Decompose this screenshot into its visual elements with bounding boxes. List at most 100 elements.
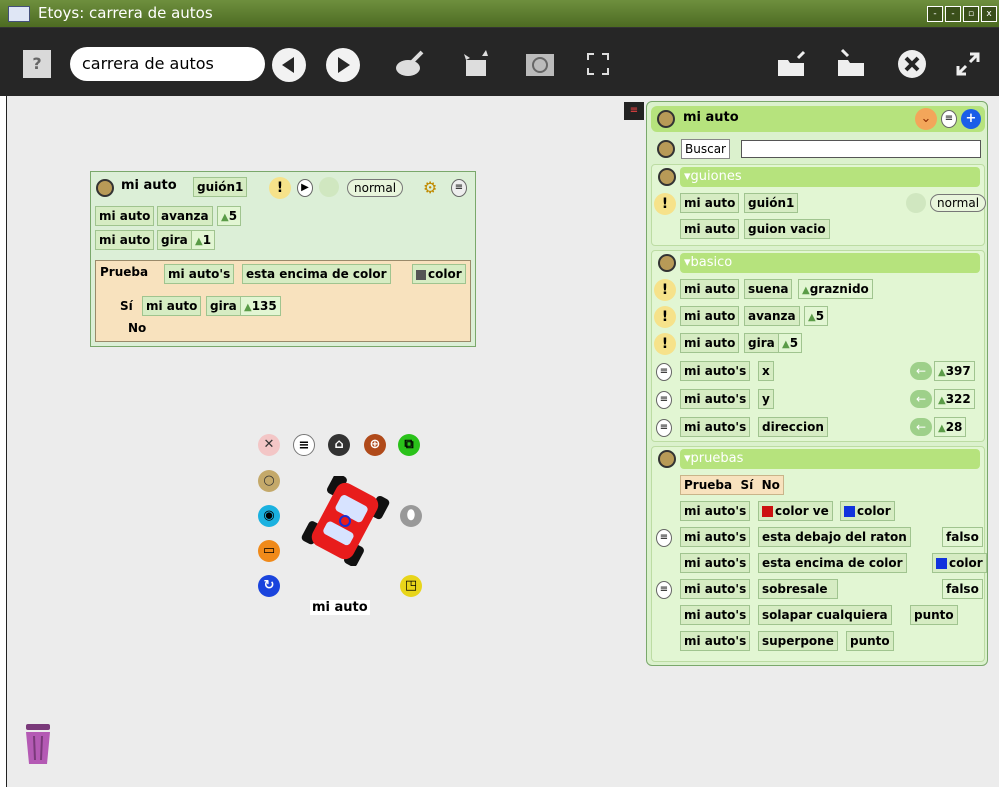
script-row-2-cmd[interactable]: gira bbox=[157, 230, 192, 250]
script-menu-icon[interactable] bbox=[96, 179, 114, 197]
help-button[interactable]: ? bbox=[23, 50, 51, 78]
yes-cmd[interactable]: gira bbox=[206, 296, 241, 316]
script-mode[interactable]: normal bbox=[347, 179, 404, 197]
load-project-icon[interactable] bbox=[774, 46, 810, 82]
var-direccion-menu-icon[interactable]: ≡ bbox=[656, 419, 672, 437]
pruebas-row-6-player[interactable]: mi auto's bbox=[680, 631, 751, 651]
yes-player[interactable]: mi auto bbox=[142, 296, 202, 316]
run-suena-icon[interactable]: ! bbox=[654, 279, 676, 301]
script-editor[interactable]: mi auto guión1 ! ▶ normal ⚙ ≡ mi auto av… bbox=[90, 171, 476, 347]
var-y-menu-icon[interactable]: ≡ bbox=[656, 391, 672, 409]
close-project-icon[interactable] bbox=[894, 46, 930, 82]
var-x-menu-icon[interactable]: ≡ bbox=[656, 363, 672, 381]
test-subject[interactable]: mi auto's bbox=[164, 264, 235, 284]
project-name-field[interactable]: carrera de autos bbox=[70, 47, 265, 81]
viewer-flap-icon[interactable]: ≡ bbox=[624, 102, 644, 120]
ticker-icon[interactable] bbox=[319, 177, 339, 197]
basico-row-1-cmd[interactable]: suena bbox=[744, 279, 793, 299]
basico-row-2-cmd[interactable]: avanza bbox=[744, 306, 800, 326]
basico-row-2-value[interactable]: ▲5 bbox=[804, 306, 829, 326]
test-color[interactable]: color bbox=[412, 264, 466, 284]
step-icon[interactable]: ▶ bbox=[297, 179, 313, 197]
pruebas-row-2-value[interactable]: falso bbox=[942, 527, 983, 547]
var-x-setter-icon[interactable]: ← bbox=[910, 362, 932, 380]
pruebas-row-2-text[interactable]: esta debajo del raton bbox=[758, 527, 911, 547]
var-x-value[interactable]: ▲397 bbox=[934, 361, 975, 381]
basico-header[interactable]: ▾basico bbox=[680, 253, 980, 273]
guiones-row-1-cmd[interactable]: guión1 bbox=[744, 193, 799, 213]
fullscreen-icon[interactable] bbox=[580, 46, 616, 82]
basico-row-3-player[interactable]: mi auto bbox=[680, 333, 740, 353]
basico-row-3-value[interactable]: ▲5 bbox=[778, 333, 803, 353]
var-direccion-name[interactable]: direccion bbox=[758, 417, 828, 437]
viewer-menu-icon[interactable] bbox=[657, 110, 675, 128]
script-row-1-value[interactable]: ▲5 bbox=[217, 206, 242, 226]
guiones-row-1-mode[interactable]: normal bbox=[930, 194, 987, 212]
basico-row-2-player[interactable]: mi auto bbox=[680, 306, 740, 326]
pruebas-header[interactable]: ▾pruebas bbox=[680, 449, 980, 469]
pruebas-row-3-post[interactable]: color bbox=[932, 553, 987, 573]
guiones-menu-icon[interactable] bbox=[658, 168, 676, 186]
prueba-tile[interactable]: Prueba Sí No bbox=[680, 475, 784, 495]
basico-row-1-value[interactable]: ▲graznido bbox=[798, 279, 873, 299]
pruebas-row-5-text[interactable]: solapar cualquiera bbox=[758, 605, 892, 625]
viewer-halo-icon[interactable]: ○ bbox=[258, 470, 280, 492]
pruebas-row-3-text[interactable]: esta encima de color bbox=[758, 553, 907, 573]
var-y-player[interactable]: mi auto's bbox=[680, 389, 751, 409]
world-icon[interactable] bbox=[522, 46, 558, 82]
var-x-player[interactable]: mi auto's bbox=[680, 361, 751, 381]
var-y-name[interactable]: y bbox=[758, 389, 774, 409]
var-y-setter-icon[interactable]: ← bbox=[910, 390, 932, 408]
duplicate-halo-icon[interactable]: ⧉ bbox=[398, 434, 420, 456]
move-halo-icon[interactable]: ⊕ bbox=[364, 434, 386, 456]
pruebas-row-5-post[interactable]: punto bbox=[910, 605, 958, 625]
script-row-1-player[interactable]: mi auto bbox=[95, 206, 155, 226]
script-row-2-player[interactable]: mi auto bbox=[95, 230, 155, 250]
chevron-down-icon[interactable]: ⌄ bbox=[915, 108, 937, 130]
maximize-button[interactable]: ▫ bbox=[963, 6, 979, 22]
script-hide-icon[interactable]: ⚙ bbox=[423, 178, 437, 197]
viewer-options-icon[interactable]: ≡ bbox=[941, 110, 957, 128]
search-input[interactable] bbox=[741, 140, 981, 158]
delete-halo-icon[interactable]: ✕ bbox=[258, 434, 280, 456]
rotate-halo-icon[interactable]: ↻ bbox=[258, 575, 280, 597]
car-sprite[interactable] bbox=[300, 473, 390, 567]
pickup-halo-icon[interactable]: ⌂ bbox=[328, 434, 350, 456]
menu-halo-icon[interactable]: ≡ bbox=[293, 434, 315, 456]
tile-halo-icon[interactable]: ⬮ bbox=[400, 505, 422, 527]
shade-button[interactable]: - bbox=[945, 6, 961, 22]
pruebas-row-6-post[interactable]: punto bbox=[846, 631, 894, 651]
minimize-button[interactable]: - bbox=[927, 6, 943, 22]
var-y-value[interactable]: ▲322 bbox=[934, 389, 975, 409]
script-row-2-value[interactable]: ▲1 bbox=[191, 230, 216, 250]
eye-halo-icon[interactable]: ◉ bbox=[258, 505, 280, 527]
resize-halo-icon[interactable]: ◳ bbox=[400, 575, 422, 597]
pruebas-row-3-player[interactable]: mi auto's bbox=[680, 553, 751, 573]
script-options-icon[interactable]: ≡ bbox=[451, 179, 467, 197]
search-menu-icon[interactable] bbox=[657, 140, 675, 158]
script-name-tile[interactable]: guión1 bbox=[193, 177, 248, 197]
pruebas-row-4-menu-icon[interactable]: ≡ bbox=[656, 581, 672, 599]
basico-row-3-cmd[interactable]: gira bbox=[744, 333, 779, 353]
pruebas-row-1-player[interactable]: mi auto's bbox=[680, 501, 751, 521]
guiones-header[interactable]: ▾guiones bbox=[680, 167, 980, 187]
script-row-1-cmd[interactable]: avanza bbox=[157, 206, 213, 226]
guiones-row-2-player[interactable]: mi auto bbox=[680, 219, 740, 239]
guiones-row-1-player[interactable]: mi auto bbox=[680, 193, 740, 213]
pruebas-row-4-player[interactable]: mi auto's bbox=[680, 579, 751, 599]
add-viewer-icon[interactable]: + bbox=[961, 109, 981, 129]
trash-icon[interactable] bbox=[20, 720, 56, 766]
paint-brush-icon[interactable] bbox=[392, 46, 428, 82]
var-direccion-value[interactable]: ▲28 bbox=[934, 417, 967, 437]
run-gira-icon[interactable]: ! bbox=[654, 333, 676, 355]
pruebas-menu-icon[interactable] bbox=[658, 450, 676, 468]
pruebas-row-2-menu-icon[interactable]: ≡ bbox=[656, 529, 672, 547]
save-project-icon[interactable] bbox=[834, 46, 870, 82]
run-avanza-icon[interactable]: ! bbox=[654, 306, 676, 328]
pruebas-row-4-value[interactable]: falso bbox=[942, 579, 983, 599]
close-window-button[interactable]: x bbox=[981, 6, 997, 22]
run-script-icon[interactable]: ! bbox=[269, 177, 291, 199]
forward-arrow-icon[interactable] bbox=[326, 48, 360, 82]
guion-ticker-icon[interactable] bbox=[906, 193, 926, 213]
expand-icon[interactable] bbox=[950, 46, 986, 82]
